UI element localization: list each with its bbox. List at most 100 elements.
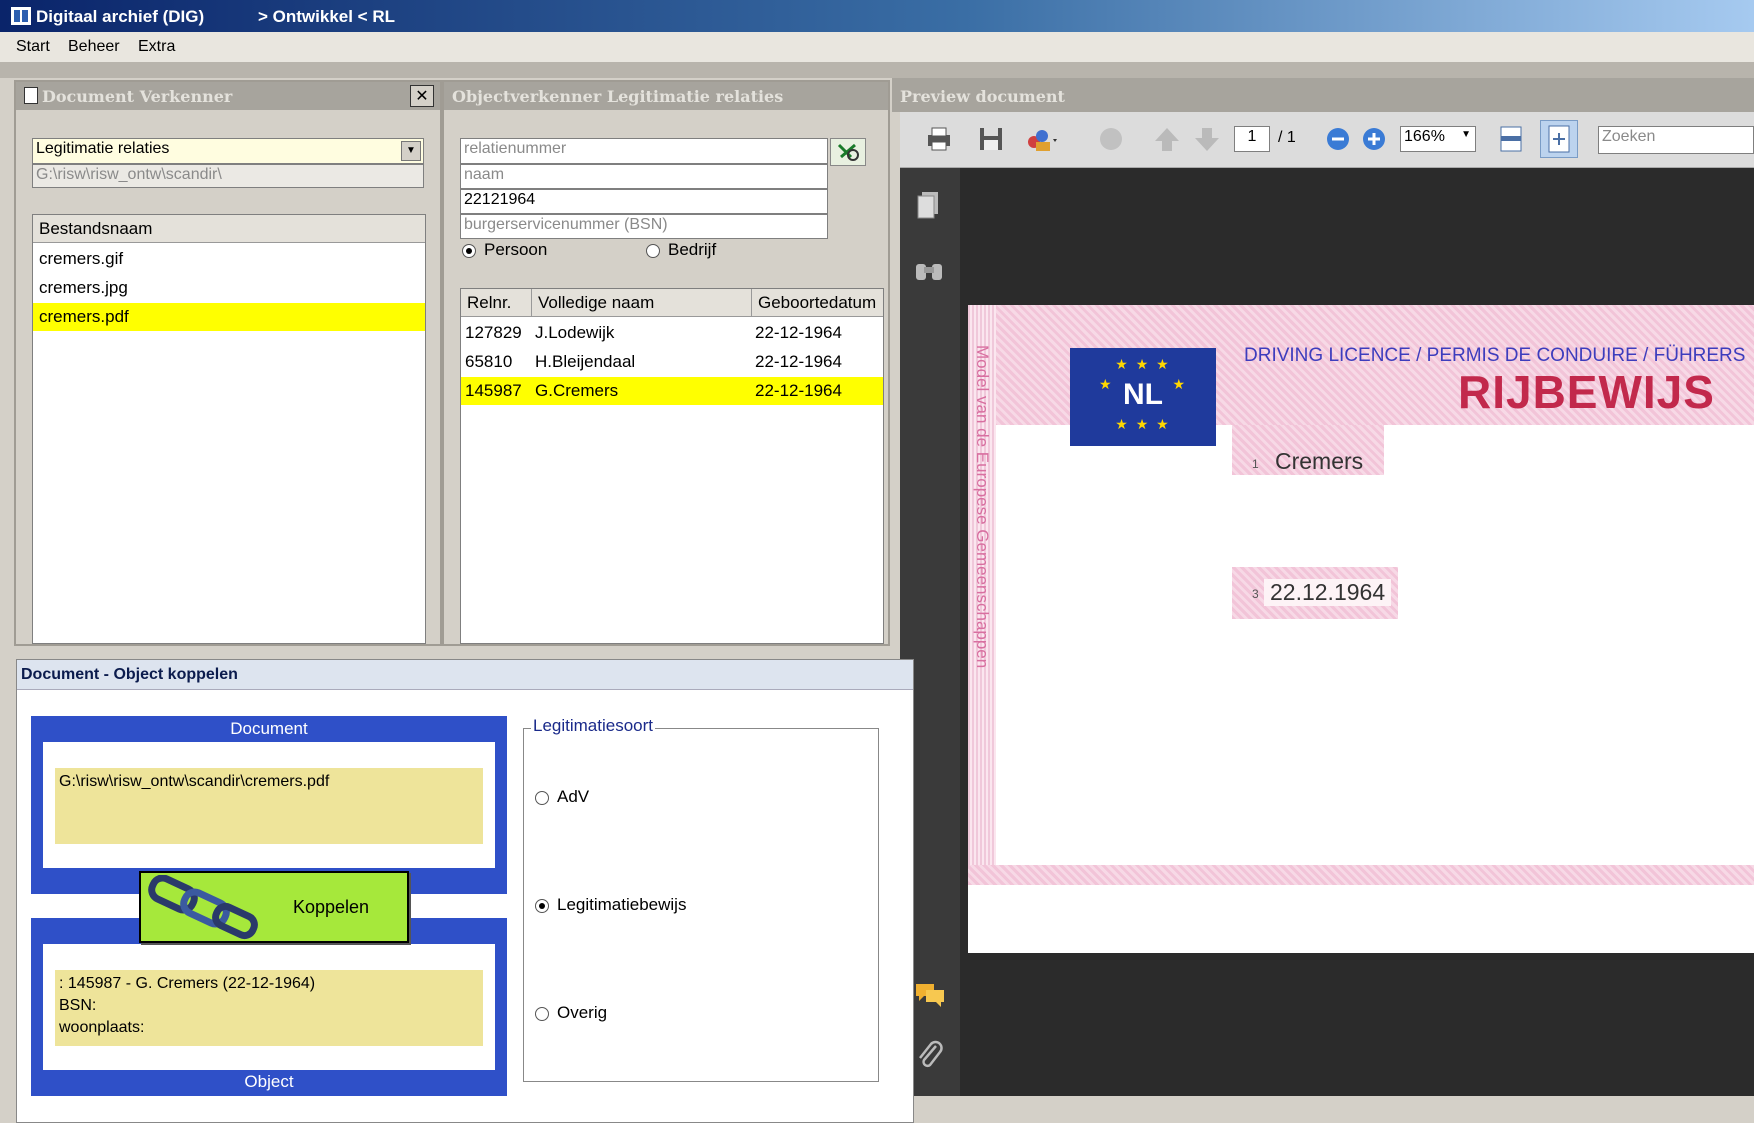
radio-bedrijf-label: Bedrijf <box>668 240 717 259</box>
file-list[interactable]: Bestandsnaam cremers.gif cremers.jpg cre… <box>32 214 426 644</box>
print-icon[interactable] <box>924 124 954 154</box>
search-input[interactable]: Zoeken <box>1598 126 1754 154</box>
list-item[interactable]: cremers.gif <box>33 245 425 273</box>
license-subtitle: DRIVING LICENCE / PERMIS DE CONDUIRE / F… <box>1244 345 1746 366</box>
arrow-up-icon[interactable] <box>1152 124 1182 154</box>
chain-link-icon <box>145 874 263 941</box>
column-header-name[interactable]: Volledige naam <box>531 289 660 316</box>
legitimatiesoort-legend: Legitimatiesoort <box>531 716 656 736</box>
radio-adv-label: AdV <box>557 787 590 806</box>
zoom-value: 166% <box>1404 128 1445 145</box>
cell-dob: 22-12-1964 <box>755 381 842 400</box>
object-explorer-panel: Objectverkenner Legitimatie relaties rel… <box>442 80 890 646</box>
bsn-input[interactable]: burgerservicenummer (BSN) <box>460 214 828 239</box>
pdf-status-bar <box>900 1096 1754 1123</box>
radio-bedrijf[interactable] <box>646 244 660 258</box>
document-explorer-header: Document Verkenner ✕ <box>16 82 440 110</box>
column-header-relnr[interactable]: Relnr. <box>467 293 511 313</box>
preview-title: Preview document <box>900 87 1065 106</box>
pages-icon[interactable] <box>916 190 940 220</box>
toolbar-strip <box>0 62 1754 78</box>
license-bottom-band <box>968 865 1754 885</box>
chevron-down-icon[interactable]: ▼ <box>401 141 421 161</box>
table-row[interactable]: 65810 H.Bleijendaal 22-12-1964 <box>461 348 883 376</box>
license-date: 22.12.1964 <box>1264 579 1392 606</box>
save-icon[interactable] <box>976 124 1006 154</box>
comments-icon[interactable] <box>914 980 946 1008</box>
attachment-icon[interactable] <box>916 1040 944 1072</box>
object-line-bsn: BSN: <box>59 997 97 1014</box>
cell-relnr: 145987 <box>465 381 522 400</box>
zoom-in-icon[interactable] <box>1360 125 1390 155</box>
document-path: G:\risw\risw_ontw\scandir\cremers.pdf <box>55 768 483 844</box>
relation-table[interactable]: Relnr. Volledige naam Geboortedatum 1278… <box>460 288 884 644</box>
license-title: RIJBEWIJS <box>1458 366 1715 418</box>
page-number-input[interactable]: 1 <box>1234 126 1270 152</box>
radio-legitimatiebewijs[interactable] <box>535 899 549 913</box>
country-code: NL <box>1123 378 1163 411</box>
category-select[interactable]: Legitimatie relaties ▼ <box>32 138 424 164</box>
cell-relnr: 127829 <box>465 323 522 342</box>
object-explorer-header: Objectverkenner Legitimatie relaties <box>444 82 888 110</box>
cell-dob: 22-12-1964 <box>755 323 842 342</box>
license-name-number: 1 <box>1252 457 1259 471</box>
share-icon[interactable] <box>1024 124 1057 154</box>
radio-overig[interactable] <box>535 1007 549 1021</box>
menu-bar: Start Beheer Extra <box>0 32 1754 62</box>
cell-name: H.Bleijendaal <box>535 352 636 371</box>
binoculars-icon[interactable] <box>914 258 944 282</box>
cell-name: G.Cremers <box>535 381 619 400</box>
table-row[interactable]: 127829 J.Lodewijk 22-12-1964 <box>461 319 883 347</box>
naam-input[interactable]: naam <box>460 164 828 189</box>
cell-relnr: 65810 <box>465 352 513 371</box>
cell-name: J.Lodewijk <box>535 323 615 342</box>
hand-icon[interactable] <box>1096 124 1126 154</box>
radio-persoon-label: Persoon <box>484 240 548 259</box>
arrow-down-icon[interactable] <box>1192 124 1222 154</box>
search-icon[interactable] <box>830 138 866 166</box>
document-icon <box>24 87 38 104</box>
app-title: Digitaal archief (DIG) <box>36 7 205 26</box>
list-item[interactable]: cremers.jpg <box>33 274 425 302</box>
path-field: G:\risw\risw_ontw\scandir\ <box>32 164 424 188</box>
cell-dob: 22-12-1964 <box>755 352 842 371</box>
fit-width-icon[interactable] <box>1496 124 1526 154</box>
page-total: / 1 <box>1278 129 1296 146</box>
table-row-selected[interactable]: 145987 G.Cremers 22-12-1964 <box>461 377 883 405</box>
menu-start[interactable]: Start <box>16 38 50 56</box>
birthdate-input[interactable]: 22121964 <box>460 189 828 214</box>
column-header-dob[interactable]: Geboortedatum <box>751 289 882 316</box>
document-explorer-title: Document Verkenner <box>42 87 233 106</box>
document-inner: G:\risw\risw_ontw\scandir\cremers.pdf <box>43 742 495 868</box>
document-label: Document <box>230 719 308 738</box>
pdf-toolbar: 1 / 1 166% ▼ Zoeken <box>900 112 1754 168</box>
zoom-select[interactable]: 166% ▼ <box>1400 126 1476 152</box>
link-dialog: Document - Object koppelen Document G:\r… <box>16 659 914 1123</box>
radio-legitimatiebewijs-label: Legitimatiebewijs <box>557 895 687 914</box>
document-explorer-panel: Document Verkenner ✕ Legitimatie relatie… <box>14 80 442 646</box>
zoom-out-icon[interactable] <box>1324 125 1354 155</box>
radio-adv[interactable] <box>535 791 549 805</box>
koppelen-button[interactable]: Koppelen <box>139 871 409 943</box>
menu-extra[interactable]: Extra <box>138 38 175 56</box>
column-header-filename[interactable]: Bestandsnaam <box>33 215 425 243</box>
list-item-selected[interactable]: cremers.pdf <box>33 303 425 331</box>
category-value: Legitimatie relaties <box>36 140 170 157</box>
object-label: Object <box>244 1072 294 1091</box>
close-icon[interactable]: ✕ <box>410 85 434 107</box>
radio-overig-label: Overig <box>557 1003 608 1022</box>
app-icon <box>10 6 32 26</box>
fit-page-icon[interactable] <box>1540 120 1578 158</box>
relatienummer-input[interactable]: relatienummer <box>460 138 828 164</box>
table-header: Relnr. Volledige naam Geboortedatum <box>461 289 883 317</box>
object-inner: : 145987 - G. Cremers (22-12-1964) BSN: … <box>43 944 495 1070</box>
menu-beheer[interactable]: Beheer <box>68 38 120 56</box>
license-date-number: 3 <box>1252 587 1259 601</box>
preview-header: Preview document <box>892 78 1754 112</box>
object-details: : 145987 - G. Cremers (22-12-1964) BSN: … <box>55 970 483 1046</box>
document-box: Document G:\risw\risw_ontw\scandir\creme… <box>31 716 507 894</box>
koppelen-label: Koppelen <box>293 897 370 917</box>
radio-persoon[interactable] <box>462 244 476 258</box>
object-line-woonplaats: woonplaats: <box>59 1019 145 1036</box>
chevron-down-icon[interactable]: ▼ <box>1461 129 1471 140</box>
